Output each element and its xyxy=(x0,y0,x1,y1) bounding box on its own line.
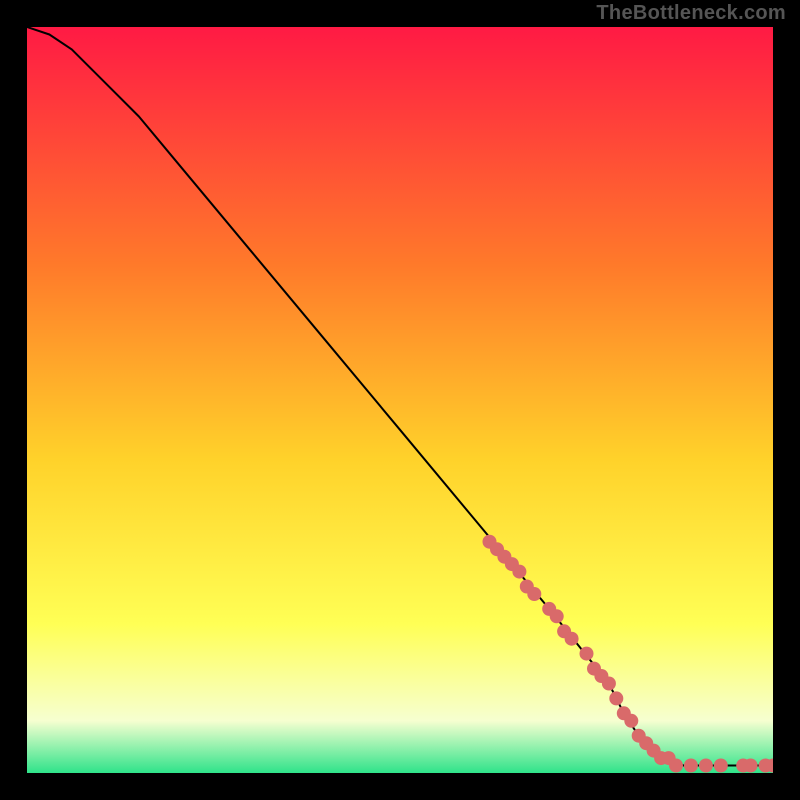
curve-marker xyxy=(550,609,564,623)
curve-marker xyxy=(565,632,579,646)
curve-marker xyxy=(684,759,698,773)
curve-marker xyxy=(624,714,638,728)
plot-area xyxy=(27,27,773,773)
curve-marker xyxy=(699,759,713,773)
curve-marker xyxy=(609,691,623,705)
gradient-background xyxy=(27,27,773,773)
curve-marker xyxy=(602,677,616,691)
curve-marker xyxy=(744,759,758,773)
curve-marker xyxy=(714,759,728,773)
chart-frame: TheBottleneck.com xyxy=(0,0,800,800)
curve-marker xyxy=(669,759,683,773)
watermark-text: TheBottleneck.com xyxy=(596,2,786,25)
chart-svg xyxy=(27,27,773,773)
curve-marker xyxy=(512,565,526,579)
curve-marker xyxy=(527,587,541,601)
curve-marker xyxy=(580,647,594,661)
